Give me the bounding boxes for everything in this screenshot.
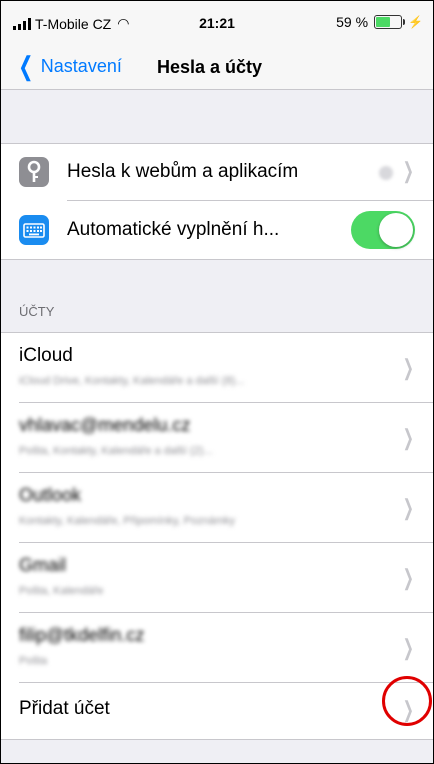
account-row-mendelu[interactable]: vhlavac@mendelu.cz Pošta, Kontakty, Kale… [1, 403, 433, 473]
autofill-row: Automatické vyplnění h... [1, 201, 433, 259]
autofill-label: Automatické vyplnění h... [67, 219, 280, 240]
charging-icon: ⚡ [408, 15, 423, 29]
account-row-gmail[interactable]: Gmail Pošta, Kalendáře ❯ [1, 543, 433, 613]
add-account-row[interactable]: Přidat účet ❯ [1, 683, 433, 739]
chevron-right-icon: ❯ [402, 565, 414, 590]
account-row-tkdelfin[interactable]: filip@tkdelfin.cz Pošta ❯ [1, 613, 433, 683]
account-row-outlook[interactable]: Outlook Kontakty, Kalendáře, Připomínky,… [1, 473, 433, 543]
navigation-bar: ❮ Nastavení Hesla a účty [1, 45, 433, 90]
account-detail: iCloud Drive, Kontakty, Kalendáře a dalš… [19, 375, 245, 387]
chevron-right-icon: ❯ [402, 158, 414, 183]
passwords-label: Hesla k webům a aplikacím [67, 161, 299, 182]
battery-group: 59 % ⚡ [336, 14, 423, 30]
account-detail: Pošta, Kontakty, Kalendáře a další (2)..… [19, 445, 213, 457]
screen: T-Mobile CZ ◠ 21:21 59 % ⚡ ❮ Nastavení H… [0, 0, 434, 764]
account-row-icloud[interactable]: iCloud iCloud Drive, Kontakty, Kalendáře… [1, 333, 433, 403]
account-title: vhlavac@mendelu.cz [19, 415, 191, 435]
back-label: Nastavení [40, 55, 122, 76]
accounts-section-header: ÚČTY [19, 304, 55, 319]
account-title: filip@tkdelfin.cz [19, 625, 145, 645]
group-bottom-border [1, 259, 433, 260]
key-icon [19, 157, 49, 187]
status-bar: T-Mobile CZ ◠ 21:21 59 % ⚡ [1, 1, 433, 45]
add-account-label: Přidat účet [19, 698, 110, 719]
account-detail: Kontakty, Kalendáře, Připomínky, Poznámk… [19, 515, 236, 527]
account-title: Gmail [19, 555, 67, 575]
account-title: iCloud [19, 345, 73, 366]
account-detail: Pošta [19, 655, 48, 667]
account-title: Outlook [19, 485, 82, 505]
group-bottom-border [1, 739, 433, 740]
chevron-right-icon: ❯ [402, 495, 414, 520]
chevron-left-icon: ❮ [18, 51, 34, 81]
chevron-right-icon: ❯ [402, 425, 414, 450]
account-detail: Pošta, Kalendáře [19, 585, 104, 597]
passwords-row[interactable]: Hesla k webům a aplikacím ❯ [1, 144, 433, 201]
autofill-toggle[interactable] [351, 211, 415, 249]
passwords-count [379, 166, 393, 180]
page-title: Hesla a účty [157, 57, 263, 77]
back-button[interactable]: ❮ Nastavení [15, 51, 122, 81]
battery-percent: 59 % [336, 14, 369, 30]
chevron-right-icon: ❯ [402, 355, 414, 380]
chevron-right-icon: ❯ [402, 635, 414, 660]
keyboard-icon [19, 215, 49, 245]
highlight-circle [382, 676, 432, 726]
battery-fill [376, 17, 391, 27]
toggle-knob [379, 213, 413, 247]
battery-icon [374, 15, 406, 29]
